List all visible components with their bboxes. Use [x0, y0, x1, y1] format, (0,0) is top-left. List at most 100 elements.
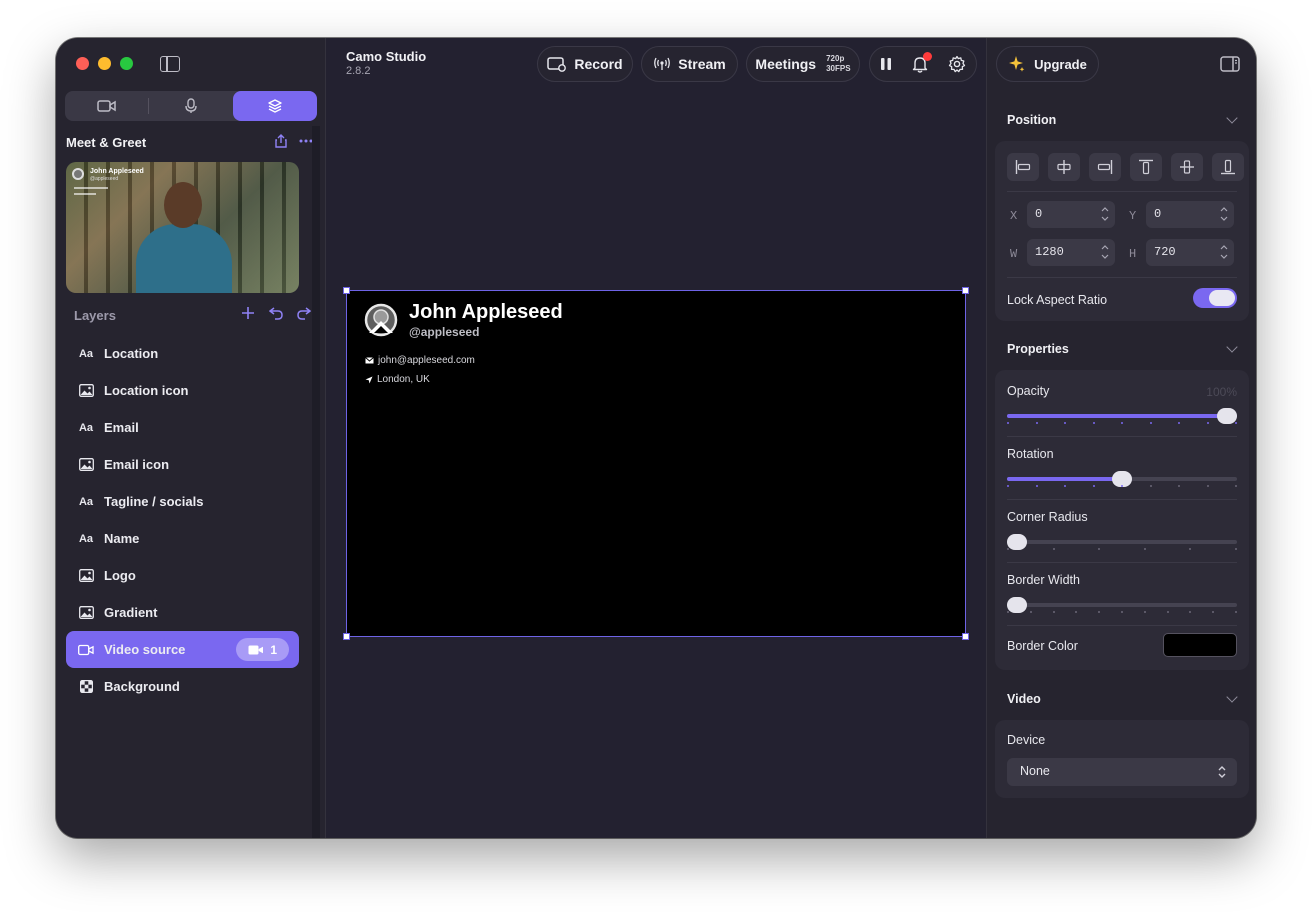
canvas-location-row: London, UK: [365, 374, 430, 385]
layers-icon: [268, 99, 282, 113]
layer-item[interactable]: Aa Name: [66, 520, 299, 557]
border-width-slider[interactable]: [1007, 597, 1237, 613]
y-stepper-icon[interactable]: [1220, 205, 1228, 223]
close-window-button[interactable]: [76, 57, 89, 70]
canvas-email: john@appleseed.com: [378, 355, 475, 366]
camera-count-badge[interactable]: 1: [236, 638, 289, 661]
location-arrow-icon: [365, 376, 373, 383]
layer-item[interactable]: Aa Email: [66, 409, 299, 446]
layer-label: Location icon: [104, 383, 189, 398]
video-chevron-icon[interactable]: [1226, 691, 1238, 703]
gear-icon[interactable]: [948, 55, 966, 73]
resize-handle-top-left[interactable]: [343, 287, 350, 294]
layer-label: Gradient: [104, 605, 158, 620]
opacity-slider[interactable]: [1007, 408, 1237, 424]
layer-item[interactable]: Video source 1: [66, 631, 299, 668]
w-field[interactable]: 1280: [1027, 239, 1115, 266]
opacity-label: Opacity: [1007, 384, 1050, 398]
h-stepper-icon[interactable]: [1220, 243, 1228, 261]
upgrade-button[interactable]: Upgrade: [996, 46, 1099, 82]
tab-microphone[interactable]: [149, 91, 233, 121]
source-mode-tabs: [65, 91, 317, 121]
image-icon: [78, 606, 94, 619]
properties-chevron-icon[interactable]: [1226, 341, 1238, 353]
align-center-horizontal-button[interactable]: [1048, 153, 1080, 181]
tab-camera[interactable]: [65, 91, 149, 121]
layers-list: Aa Location Location icon Aa Email Email icon…: [66, 335, 299, 705]
align-bottom-icon: [1221, 159, 1235, 175]
rotation-label: Rotation: [1007, 447, 1054, 461]
align-center-horizontal-icon: [1057, 160, 1071, 174]
border-color-swatch[interactable]: [1163, 633, 1237, 657]
thumbnail-logo-icon: [72, 168, 84, 180]
stream-button[interactable]: Stream: [641, 46, 738, 82]
layer-label: Logo: [104, 568, 136, 583]
more-icon[interactable]: [299, 139, 313, 143]
layer-item[interactable]: Location icon: [66, 372, 299, 409]
video-camera-icon: [248, 645, 264, 654]
text-icon: Aa: [78, 495, 94, 508]
y-field[interactable]: 0: [1146, 201, 1234, 228]
x-field[interactable]: 0: [1027, 201, 1115, 228]
w-stepper-icon[interactable]: [1101, 243, 1109, 261]
pause-icon[interactable]: [880, 57, 892, 71]
add-layer-icon[interactable]: [241, 306, 255, 320]
layer-item[interactable]: Logo: [66, 557, 299, 594]
layer-label: Email icon: [104, 457, 170, 472]
align-right-button[interactable]: [1089, 153, 1121, 181]
scene-thumbnail[interactable]: John Appleseed @appleseed: [66, 162, 299, 293]
meetings-button[interactable]: Meetings 720p 30FPS: [746, 46, 860, 82]
thumbnail-handle: @appleseed: [90, 176, 119, 182]
record-icon: [547, 57, 567, 72]
y-value: 0: [1154, 207, 1162, 221]
app-window: Meet & Greet John Appleseed @appleseed L…: [56, 38, 1256, 838]
align-top-button[interactable]: [1130, 153, 1162, 181]
corner-radius-slider[interactable]: [1007, 534, 1237, 550]
share-icon[interactable]: [275, 134, 287, 148]
sidebar-toggle-icon[interactable]: [160, 56, 180, 72]
zoom-window-button[interactable]: [120, 57, 133, 70]
layer-label: Location: [104, 346, 159, 361]
layer-item[interactable]: Gradient: [66, 594, 299, 631]
layers-actions: [241, 306, 311, 320]
sidebar-scrollbar[interactable]: [312, 126, 320, 838]
lock-aspect-ratio-toggle[interactable]: [1193, 288, 1237, 308]
redo-icon[interactable]: [297, 306, 311, 320]
corner-radius-label: Corner Radius: [1007, 510, 1088, 524]
h-field[interactable]: 720: [1146, 239, 1234, 266]
border-color-label: Border Color: [1007, 639, 1078, 653]
align-center-vertical-button[interactable]: [1171, 153, 1203, 181]
align-bottom-button[interactable]: [1212, 153, 1244, 181]
resize-handle-bottom-left[interactable]: [343, 633, 350, 640]
broadcast-icon: [654, 57, 671, 70]
resize-handle-top-right[interactable]: [962, 287, 969, 294]
video-card: Device None: [995, 720, 1249, 798]
tab-layers[interactable]: [233, 91, 317, 121]
text-icon: Aa: [78, 421, 94, 434]
inspector-toggle-icon[interactable]: [1220, 56, 1240, 72]
layer-item[interactable]: Aa Tagline / socials: [66, 483, 299, 520]
record-label: Record: [574, 56, 623, 72]
canvas-name: John Appleseed: [409, 301, 563, 323]
device-label: Device: [1007, 733, 1046, 747]
notifications-button[interactable]: [912, 51, 932, 73]
position-chevron-icon[interactable]: [1226, 112, 1238, 124]
undo-icon[interactable]: [269, 306, 283, 320]
x-stepper-icon[interactable]: [1101, 205, 1109, 223]
app-name: Camo Studio: [346, 49, 427, 64]
layer-item[interactable]: Background: [66, 668, 299, 705]
layer-item[interactable]: Aa Location: [66, 335, 299, 372]
rotation-slider[interactable]: [1007, 471, 1237, 487]
scene-canvas[interactable]: John Appleseed @appleseed john@appleseed…: [343, 287, 969, 640]
app-version: 2.8.2: [346, 65, 371, 77]
text-icon: Aa: [78, 347, 94, 360]
minimize-window-button[interactable]: [98, 57, 111, 70]
align-left-button[interactable]: [1007, 153, 1039, 181]
layer-item[interactable]: Email icon: [66, 446, 299, 483]
resize-handle-bottom-right[interactable]: [962, 633, 969, 640]
thumbnail-name: John Appleseed: [90, 168, 144, 175]
device-select[interactable]: None: [1007, 758, 1237, 786]
record-button[interactable]: Record: [537, 46, 633, 82]
canvas-handle: @appleseed: [409, 325, 480, 339]
image-icon: [78, 458, 94, 471]
